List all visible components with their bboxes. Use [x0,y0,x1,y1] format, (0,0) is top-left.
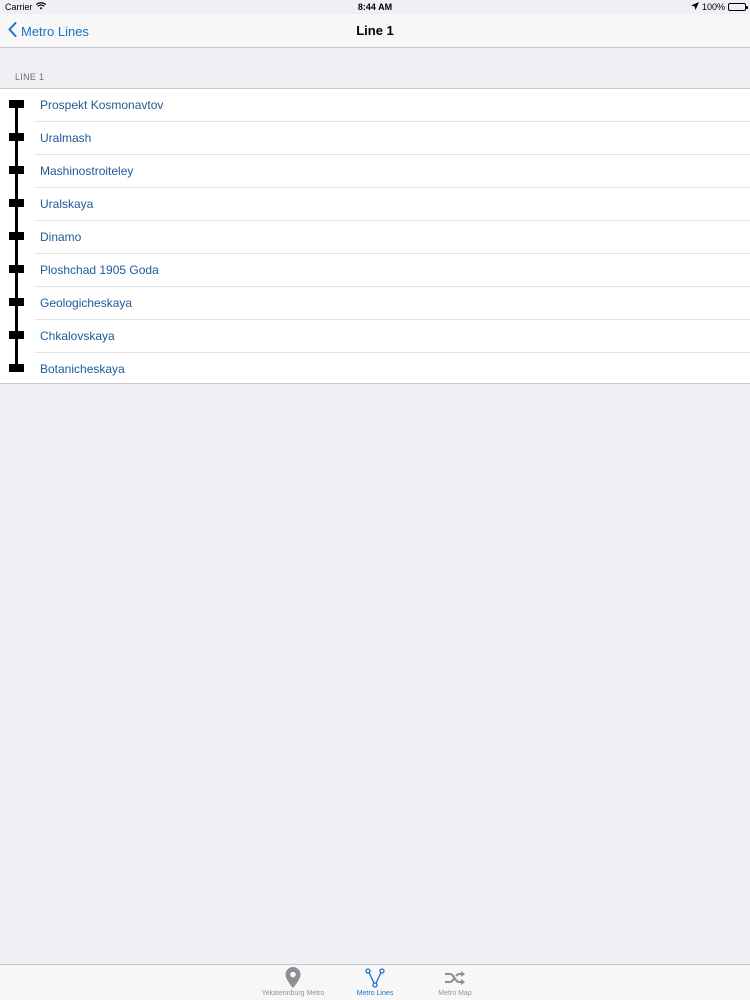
station-row[interactable]: Uralskaya [0,188,750,221]
station-stop-marker [9,298,24,306]
station-row[interactable]: Botanicheskaya [0,353,750,386]
station-name: Geologicheskaya [40,296,133,310]
station-name: Dinamo [40,230,82,244]
station-row[interactable]: Geologicheskaya [0,287,750,320]
tab-label: Yekaterinburg Metro [261,990,325,997]
screen: Carrier 8:44 AM 100% Metro Lines Line 1 … [0,0,750,1000]
status-time: 8:44 AM [357,2,393,12]
station-row[interactable]: Chkalovskaya [0,320,750,353]
station-stop-marker [9,331,24,339]
page-title: Line 1 [356,23,394,38]
status-bar: Carrier 8:44 AM 100% [0,0,750,14]
station-row[interactable]: Prospekt Kosmonavtov [0,89,750,122]
station-name: Mashinostroiteley [40,164,134,178]
station-row[interactable]: Ploshchad 1905 Goda [0,254,750,287]
location-arrow-icon [690,2,699,12]
station-stop-marker [9,364,24,372]
station-row[interactable]: Uralmash [0,122,750,155]
station-name: Uralmash [40,131,92,145]
tab-bar: Yekaterinburg Metro Metro Lines Metro Ma… [0,964,750,1000]
navigation-bar: Metro Lines Line 1 [0,14,750,48]
tab-yekaterinburg-metro[interactable]: Yekaterinburg Metro [253,965,333,1000]
station-stop-marker [9,232,24,240]
tab-label: Metro Map [438,990,472,997]
station-stop-marker [9,265,24,273]
shuffle-icon [444,967,466,989]
battery-percent: 100% [701,2,725,12]
battery-icon [728,3,748,11]
location-pin-icon [285,967,301,989]
station-stop-marker [9,100,24,108]
station-row[interactable]: Mashinostroiteley [0,155,750,188]
tab-label: Metro Lines [356,990,394,997]
station-name: Botanicheskaya [40,362,125,376]
tab-metro-lines[interactable]: Metro Lines [335,965,415,1000]
station-row[interactable]: Dinamo [0,221,750,254]
station-name: Chkalovskaya [40,329,115,343]
station-stop-marker [9,166,24,174]
station-name: Ploshchad 1905 Goda [40,263,159,277]
station-name: Prospekt Kosmonavtov [40,98,164,112]
station-stop-marker [9,133,24,141]
status-right-group: 100% [690,2,748,12]
station-list: Prospekt Kosmonavtov Uralmash Mashinostroi… [0,88,750,384]
section-header: LINE 1 [15,72,45,82]
branch-lines-icon [365,967,385,989]
station-name: Uralskaya [40,197,94,211]
tab-metro-map[interactable]: Metro Map [415,965,495,1000]
station-stop-marker [9,199,24,207]
